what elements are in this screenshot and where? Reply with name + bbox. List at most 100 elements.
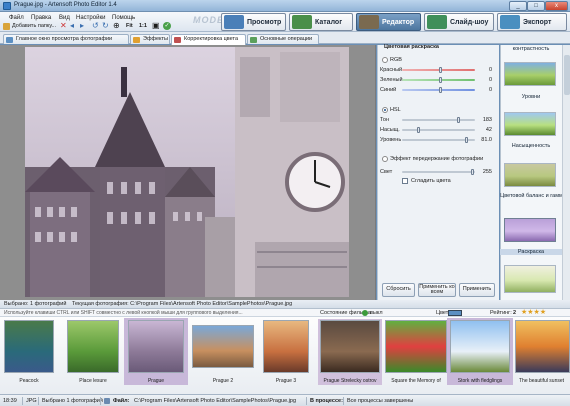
tab-main-view-label: Главное окно просмотра фотографии: [16, 36, 113, 42]
hue-slider-handle[interactable]: [457, 117, 460, 123]
hue-label: Тон: [380, 117, 390, 123]
mode-catalog-button[interactable]: Каталог: [289, 13, 353, 31]
ok-icon[interactable]: ✓: [163, 22, 171, 30]
thumb-label: Prague 2: [212, 378, 234, 384]
close-button[interactable]: x: [545, 1, 568, 11]
mode-export-button[interactable]: Экспорт: [497, 13, 567, 31]
zoom-fit-button[interactable]: Fit: [126, 23, 133, 29]
filter-icon[interactable]: [362, 310, 368, 316]
tab-effects[interactable]: Эффекты: [130, 34, 170, 44]
back-icon[interactable]: ◂: [70, 22, 74, 30]
thumb-label: Prague 3: [275, 378, 297, 384]
preset-next-thumb[interactable]: [504, 265, 556, 293]
thumb-peacock[interactable]: [4, 320, 54, 373]
overlay-label: Эффект передержание фотографии: [390, 156, 484, 162]
color-filter-swatch[interactable]: [448, 310, 462, 316]
preset-colorize-thumb[interactable]: [504, 218, 556, 242]
saturation-label: Насыщ.: [380, 127, 400, 133]
level-slider-handle[interactable]: [465, 137, 468, 143]
screen-icon[interactable]: ▣: [152, 22, 160, 30]
delete-icon[interactable]: ✕: [60, 22, 67, 30]
preset-scrollbar[interactable]: [562, 45, 570, 300]
status-separator: [38, 397, 39, 405]
thumb-place-lesure[interactable]: [67, 320, 119, 373]
preset-levels-thumb[interactable]: [504, 62, 556, 86]
thumb-sunset[interactable]: [515, 320, 570, 373]
thumb-prague-2[interactable]: [192, 325, 254, 368]
mode-editor-button[interactable]: Редактор: [356, 13, 421, 31]
hsl-label: HSL: [390, 107, 401, 113]
rotate-left-icon[interactable]: ↺: [92, 22, 99, 30]
rating-stars-icon[interactable]: ★★★★: [521, 308, 546, 316]
thumb-label: Stork with fledglings: [457, 378, 503, 384]
thumb-label: Peacock: [19, 378, 39, 384]
thumb-square-memory[interactable]: [385, 320, 447, 373]
green-slider-handle[interactable]: [439, 77, 442, 83]
mode-slideshow-button[interactable]: Слайд-шоу: [424, 13, 494, 31]
rgb-radio[interactable]: [382, 57, 388, 63]
status-progress-text: Все процессы завершены: [347, 398, 414, 404]
zoom-icon[interactable]: ⊕: [113, 22, 120, 30]
smooth-colors-checkbox[interactable]: [402, 178, 408, 184]
thumb-prague-strelecky[interactable]: [320, 320, 380, 373]
level-value: 81.0: [481, 137, 492, 143]
thumb-label: Place lesure: [79, 378, 107, 384]
red-slider-handle[interactable]: [439, 67, 442, 73]
hsl-radio[interactable]: [382, 107, 388, 113]
apply-button[interactable]: Применить: [459, 283, 495, 297]
color-group-title: Цветовая раскраска: [384, 44, 439, 50]
export-mode-icon: [500, 15, 520, 29]
apply-all-button[interactable]: Применить ко всем: [418, 283, 456, 297]
tab-main-view[interactable]: Главное окно просмотра фотографии: [3, 34, 129, 44]
status-time: 18:39: [3, 398, 17, 404]
preset-saturation-thumb[interactable]: [504, 112, 556, 136]
file-icon: [104, 398, 110, 404]
saturation-slider[interactable]: [402, 129, 475, 131]
thumb-prague-3[interactable]: [263, 320, 309, 373]
level-label: Уровень: [380, 137, 402, 143]
status-file-path: C:\Program Files\Artensoft Photo Editor\…: [134, 398, 297, 404]
app-icon: [3, 2, 11, 10]
main-photo[interactable]: [25, 47, 349, 297]
menu-file[interactable]: Файл: [9, 15, 24, 21]
window-title: Prague.jpg - Artensoft Photo Editor 1.4: [14, 2, 117, 8]
reset-button[interactable]: Сбросить: [382, 283, 415, 297]
minimize-button[interactable]: _: [509, 1, 527, 11]
preset-color-balance-thumb[interactable]: [504, 163, 556, 187]
mode-slideshow-label: Слайд-шоу: [450, 18, 489, 26]
saturation-value: 42: [485, 127, 492, 133]
status-file-label: Файл:: [113, 398, 130, 404]
thumb-label: The beautiful sunset: [518, 378, 565, 384]
mode-editor-label: Редактор: [382, 18, 415, 26]
red-label: Красный: [380, 67, 403, 73]
thumb-prague[interactable]: [128, 320, 184, 373]
thumb-label: Square the Memory of: [391, 378, 441, 384]
mode-catalog-label: Каталог: [315, 18, 343, 26]
menu-edit[interactable]: Правка: [31, 15, 51, 21]
saturation-slider-handle[interactable]: [417, 127, 420, 133]
rotate-right-icon[interactable]: ↻: [102, 22, 109, 30]
maximize-button[interactable]: □: [527, 1, 545, 11]
zoom-1-1-button[interactable]: 1:1: [139, 23, 147, 29]
blue-value: 0: [488, 87, 492, 93]
tab-color-correction[interactable]: Корректировка цвета: [171, 34, 246, 45]
thumb-label: Prague Strelecky ostrov: [323, 378, 377, 384]
overlay-radio[interactable]: [382, 156, 388, 162]
light-slider-handle[interactable]: [471, 169, 474, 175]
preset-scrollbar-thumb[interactable]: [564, 55, 570, 95]
status-progress-label: В процессе:: [310, 398, 343, 404]
blue-slider-handle[interactable]: [439, 87, 442, 93]
preset-label-saturation: Насыщенность: [511, 143, 551, 149]
thumb-stork[interactable]: [450, 320, 510, 373]
forward-icon[interactable]: ▸: [80, 22, 84, 30]
status-bar: 18:39 JPG Выбрано 1 фотографий Файл: C:\…: [0, 394, 570, 406]
add-folder-button[interactable]: Добавить папку...: [12, 23, 56, 29]
hue-slider[interactable]: [402, 119, 475, 121]
prague-photo-image: [25, 47, 349, 297]
tab-color-correction-label: Корректировка цвета: [184, 36, 239, 42]
effects-icon: [133, 37, 140, 43]
tab-basic-operations[interactable]: Основные операции: [247, 34, 319, 44]
light-slider[interactable]: [402, 171, 475, 173]
mode-view-button[interactable]: Просмотр: [221, 13, 286, 31]
add-folder-icon: [3, 23, 10, 30]
